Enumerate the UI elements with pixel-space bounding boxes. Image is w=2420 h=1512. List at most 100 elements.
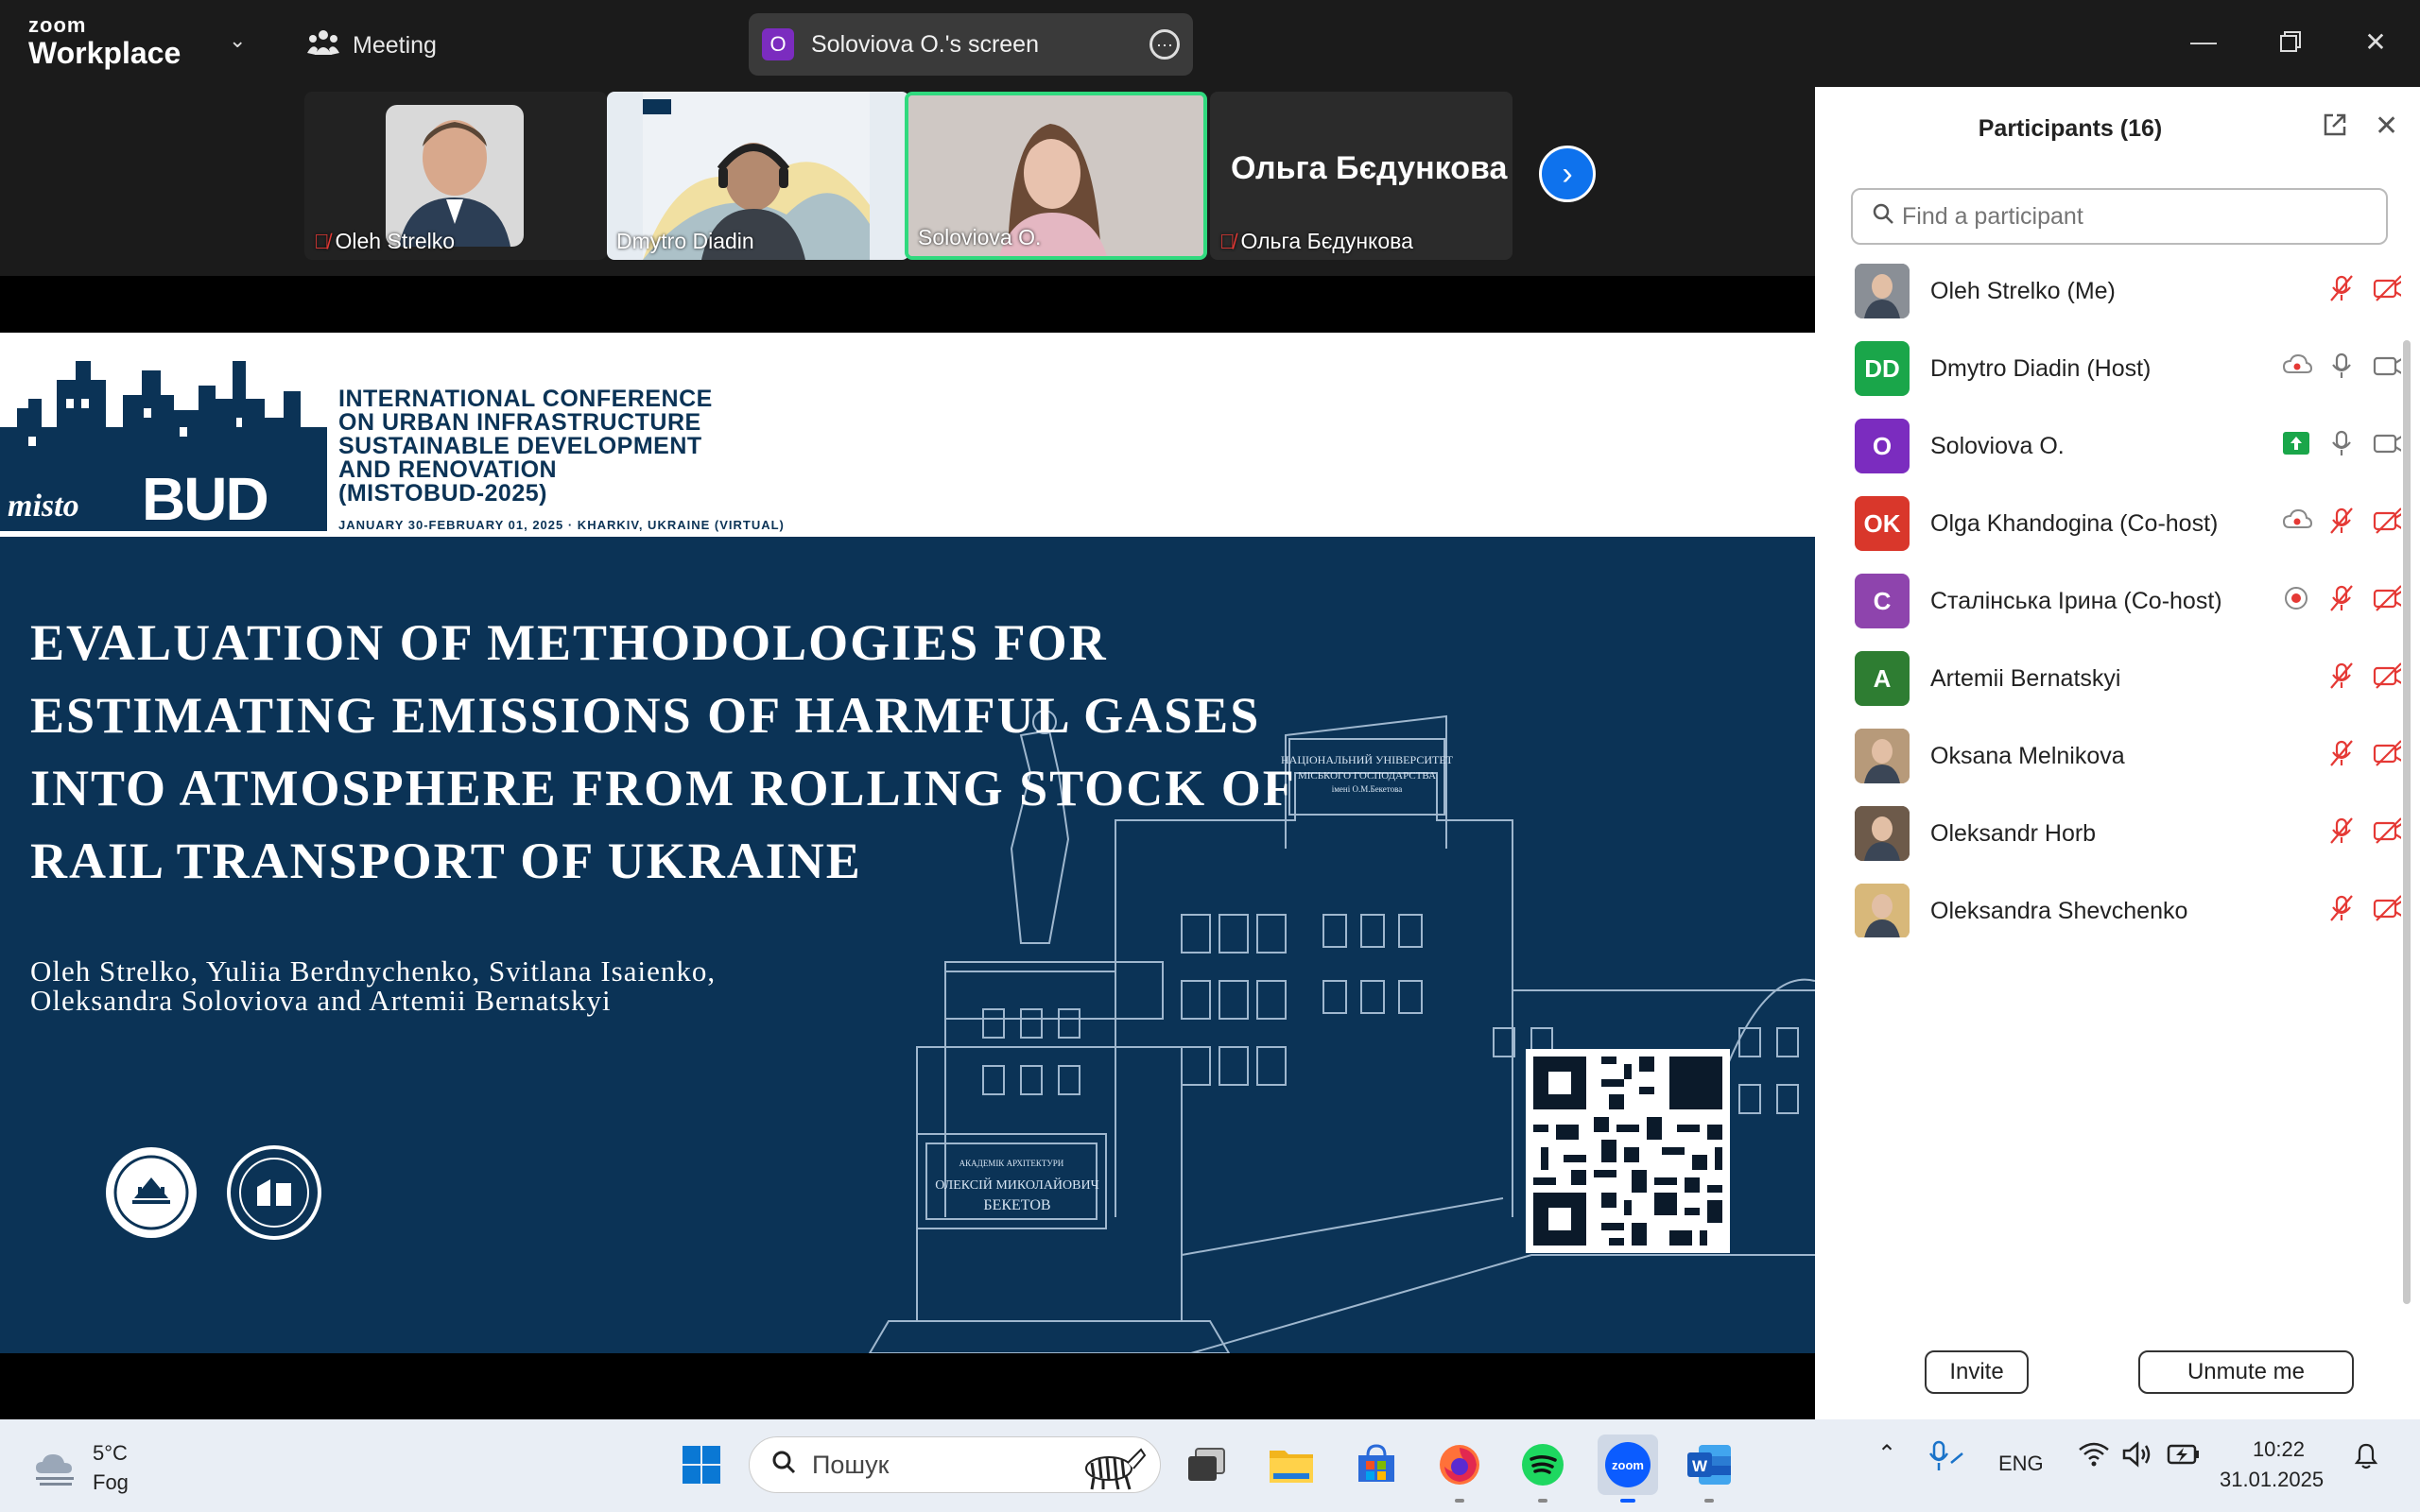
meeting-icon — [307, 28, 339, 63]
video-thumbnail-strip: 🎙̸ Oleh Strelko Dmytro Diadin Soloviova O… — [0, 87, 1815, 276]
scrollbar-thumb[interactable] — [2403, 340, 2411, 1304]
participant-name: Oleksandra Shevchenko — [1930, 897, 2188, 924]
video-icon[interactable] — [2373, 352, 2401, 387]
word-icon[interactable]: W — [1685, 1440, 1734, 1489]
video-tile-dmytro-diadin[interactable]: Dmytro Diadin — [607, 92, 909, 260]
authors-line: Oleksandra Soloviova and Artemii Bernats… — [30, 984, 612, 1017]
mic-off-icon[interactable] — [2327, 894, 2356, 929]
chevron-down-icon[interactable]: ⌄ — [229, 28, 246, 53]
microsoft-store-icon[interactable] — [1352, 1440, 1401, 1489]
share-label: Soloviova O.'s screen — [811, 30, 1039, 58]
presentation-slide: misto BUD INTERNATIONAL CONFERENCE ON UR… — [0, 333, 1815, 1353]
clock-time: 10:22 — [2252, 1437, 2305, 1461]
mic-off-icon[interactable] — [2327, 507, 2356, 541]
mic-off-icon[interactable] — [2327, 739, 2356, 774]
pop-out-icon[interactable] — [2322, 112, 2348, 145]
running-indicator — [1704, 1499, 1714, 1503]
authors-line: Oleh Strelko, Yuliia Berdnychenko, Svitl… — [30, 954, 717, 988]
video-off-icon[interactable] — [2373, 662, 2401, 696]
firefox-icon[interactable] — [1435, 1440, 1484, 1489]
svg-text:W: W — [1692, 1457, 1708, 1475]
mistobud-logo: misto BUD — [0, 361, 327, 531]
start-button[interactable] — [677, 1440, 726, 1489]
mic-off-icon[interactable] — [2327, 662, 2356, 696]
video-off-icon[interactable] — [2373, 816, 2401, 851]
participant-row[interactable]: DD Dmytro Diadin (Host) — [1815, 330, 2401, 407]
close-icon[interactable]: ✕ — [2352, 21, 2399, 62]
mic-off-icon: 🎙̸ — [1219, 229, 1236, 253]
participant-name: Сталінська Ірина (Co-host) — [1930, 587, 2222, 614]
taskbar-search[interactable]: Пошук — [749, 1436, 1161, 1493]
system-clock[interactable]: 10:22 31.01.2025 — [2220, 1435, 2324, 1495]
minimize-icon[interactable]: — — [2180, 21, 2227, 62]
meeting-button[interactable]: Meeting — [307, 26, 437, 64]
microphone-in-use-icon[interactable] — [1928, 1440, 1966, 1479]
more-options-icon[interactable]: ··· — [1150, 29, 1180, 60]
search-input[interactable] — [1900, 201, 2358, 232]
file-explorer-icon[interactable] — [1267, 1440, 1316, 1489]
conference-line: ON URBAN INFRASTRUCTURE — [338, 409, 701, 436]
mic-off-icon[interactable] — [2327, 816, 2356, 851]
participant-row[interactable]: O Soloviova O. — [1815, 407, 2401, 485]
wifi-icon[interactable] — [2078, 1440, 2110, 1475]
mic-off-icon[interactable] — [2327, 584, 2356, 619]
task-view-icon[interactable] — [1182, 1440, 1231, 1489]
invite-button[interactable]: Invite — [1925, 1350, 2029, 1394]
restore-icon[interactable] — [2267, 21, 2314, 62]
participant-status-icons — [2327, 894, 2401, 929]
cloud-record-icon[interactable] — [2282, 352, 2313, 387]
weather-widget[interactable]: 5°C Fog — [32, 1438, 129, 1497]
participant-row[interactable]: Oksana Melnikova — [1815, 717, 2401, 795]
tile-name: 🎙̸ Oleh Strelko — [314, 229, 455, 254]
next-page-button[interactable]: › — [1539, 146, 1596, 202]
title-line: INTO ATMOSPHERE FROM ROLLING STOCK OF — [30, 760, 1296, 816]
mic-icon[interactable] — [2327, 429, 2356, 464]
building-sign-line: НАЦІОНАЛЬНИЙ УНІВЕРСИТЕТ — [1281, 753, 1454, 766]
unmute-me-button[interactable]: Unmute me — [2138, 1350, 2354, 1394]
svg-text:BUD: BUD — [142, 465, 268, 531]
video-tile-oleh-strelko[interactable]: 🎙̸ Oleh Strelko — [304, 92, 607, 260]
participant-row[interactable]: A Artemii Bernatskyi — [1815, 640, 2401, 717]
participant-row[interactable]: C Сталінська Ірина (Co-host) — [1815, 562, 2401, 640]
zoom-taskbar-icon[interactable]: zoom — [1598, 1435, 1658, 1495]
zoom-workplace-logo[interactable]: zoom Workplace — [28, 15, 181, 69]
notifications-bell-icon[interactable] — [2352, 1440, 2380, 1477]
search-highlight-zebra-icon — [1085, 1448, 1147, 1490]
video-tile-soloviova[interactable]: Soloviova O. — [905, 92, 1207, 260]
video-icon[interactable] — [2373, 429, 2401, 464]
mic-off-icon: 🎙̸ — [314, 229, 330, 253]
video-off-icon[interactable] — [2373, 274, 2401, 309]
svg-text:misto: misto — [8, 489, 79, 524]
participant-scrollbar[interactable] — [2401, 250, 2412, 1413]
participant-row[interactable]: OK Olga Khandogina (Co-host) — [1815, 485, 2401, 562]
volume-icon[interactable] — [2121, 1440, 2153, 1475]
tile-name: Dmytro Diadin — [616, 229, 754, 254]
video-off-icon[interactable] — [2373, 507, 2401, 541]
show-hidden-icons[interactable]: ⌃ — [1877, 1440, 1896, 1468]
battery-icon[interactable] — [2167, 1440, 2201, 1475]
close-panel-icon[interactable]: ✕ — [2375, 110, 2398, 143]
tile-name-text: Dmytro Diadin — [616, 229, 754, 253]
mic-off-icon[interactable] — [2327, 274, 2356, 309]
mic-icon[interactable] — [2327, 352, 2356, 387]
participant-status-icons — [2282, 429, 2401, 464]
share-icon[interactable] — [2282, 431, 2310, 461]
video-tile-olha-bedunkova[interactable]: Ольга Бєдункова 🎙̸ Ольга Бєдункова — [1210, 92, 1512, 260]
record-icon[interactable] — [2282, 584, 2310, 619]
spotify-icon[interactable] — [1518, 1440, 1567, 1489]
participant-search[interactable] — [1851, 188, 2388, 245]
screen-share-indicator[interactable]: O Soloviova O.'s screen ··· — [749, 13, 1193, 76]
participant-row[interactable]: Oleksandra Shevchenko — [1815, 872, 2401, 937]
participant-name: Olga Khandogina (Co-host) — [1930, 509, 2219, 537]
video-off-icon[interactable] — [2373, 584, 2401, 619]
participant-list: Oleh Strelko (Me) DD Dmytro Diadin (Host) O… — [1815, 252, 2401, 937]
participant-name: Artemii Bernatskyi — [1930, 664, 2121, 692]
video-off-icon[interactable] — [2373, 894, 2401, 929]
language-indicator[interactable]: ENG — [1998, 1452, 2044, 1476]
video-off-icon[interactable] — [2373, 739, 2401, 774]
qr-code — [1526, 1049, 1730, 1253]
cloud-record-icon[interactable] — [2282, 507, 2313, 541]
participant-row[interactable]: Oleksandr Horb — [1815, 795, 2401, 872]
participant-avatar — [1855, 806, 1910, 861]
participant-row[interactable]: Oleh Strelko (Me) — [1815, 252, 2401, 330]
